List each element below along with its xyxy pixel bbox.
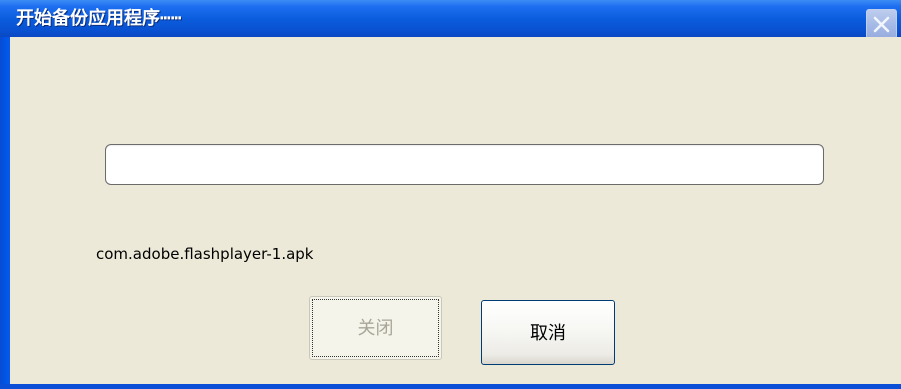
backup-dialog-window: 开始备份应用程序┅┅ com.adobe.flashplayer-1.apk 关… [0,0,901,389]
window-title: 开始备份应用程序┅┅ [16,8,182,29]
title-bar[interactable]: 开始备份应用程序┅┅ [0,0,901,39]
current-file-label: com.adobe.flashplayer-1.apk [96,245,314,263]
close-button[interactable]: 关闭 [309,296,442,360]
dialog-body: com.adobe.flashplayer-1.apk 关闭 取消 [10,37,901,384]
close-icon [873,16,890,33]
window-left-border [0,37,10,384]
cancel-button[interactable]: 取消 [481,300,615,365]
backup-progress-bar [105,144,824,185]
window-close-button[interactable] [866,9,897,39]
window-bottom-border [0,384,901,389]
cancel-button-label: 取消 [530,323,566,344]
close-button-label: 关闭 [357,318,394,339]
